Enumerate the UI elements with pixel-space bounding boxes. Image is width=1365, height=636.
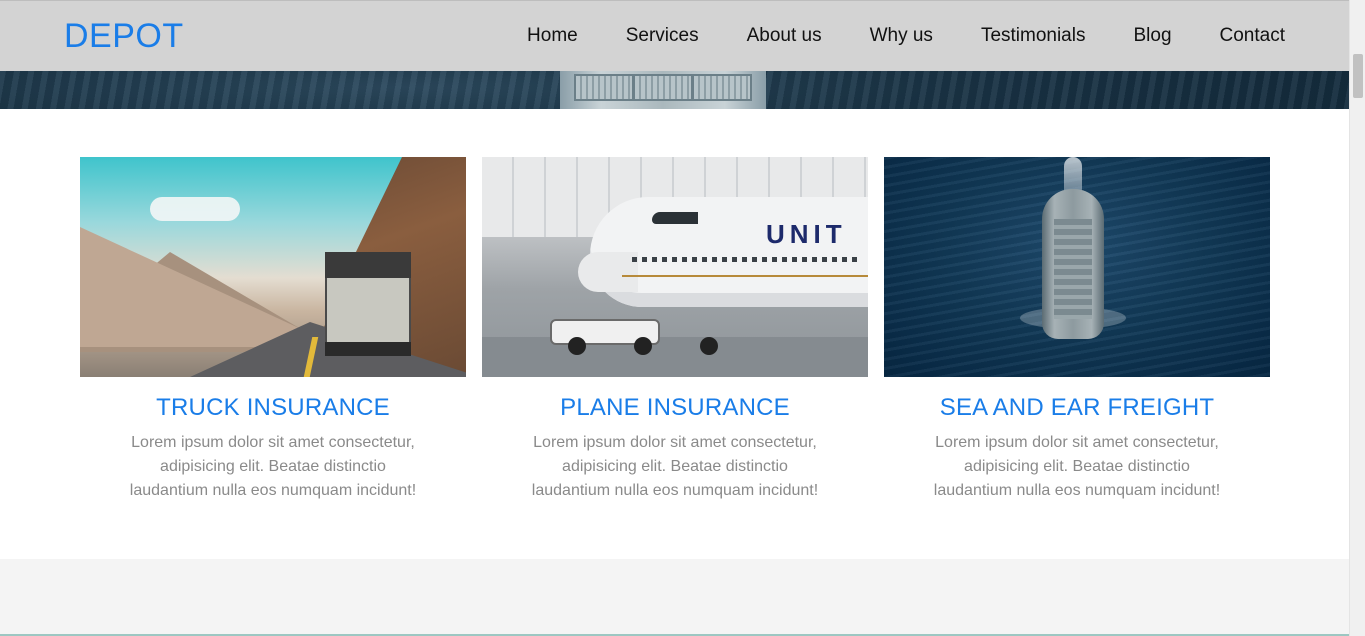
page-content: DEPOT Home Services About us Why us Test… — [0, 0, 1349, 636]
page: DEPOT Home Services About us Why us Test… — [0, 0, 1365, 636]
hero-ship-image — [560, 66, 766, 109]
service-title: TRUCK INSURANCE — [156, 394, 390, 421]
service-description: Lorem ipsum dolor sit amet consectetur, … — [531, 434, 819, 499]
nav-contact[interactable]: Contact — [1220, 25, 1285, 47]
service-card-truck: TRUCK INSURANCE Lorem ipsum dolor sit am… — [80, 157, 466, 502]
service-card-sea: SEA AND EAR FREIGHT Lorem ipsum dolor si… — [884, 157, 1270, 502]
vertical-scrollbar[interactable] — [1349, 0, 1365, 636]
truck-image — [80, 157, 466, 377]
nav-about-us[interactable]: About us — [747, 25, 822, 47]
service-description: Lorem ipsum dolor sit amet consectetur, … — [129, 434, 417, 499]
service-description: Lorem ipsum dolor sit amet consectetur, … — [933, 434, 1221, 499]
scrollbar-thumb[interactable] — [1353, 54, 1363, 98]
brand-logo[interactable]: DEPOT — [64, 17, 184, 56]
nav-why-us[interactable]: Why us — [870, 25, 933, 47]
plane-image: UNIT — [482, 157, 868, 377]
truck-shape — [325, 252, 411, 356]
services-section: TRUCK INSURANCE Lorem ipsum dolor sit am… — [80, 157, 1270, 502]
sea-ship-image — [884, 157, 1270, 377]
next-section — [0, 559, 1349, 636]
service-title: SEA AND EAR FREIGHT — [939, 394, 1215, 421]
plane-livery-text: UNIT — [766, 219, 847, 249]
main-nav: Home Services About us Why us Testimonia… — [479, 25, 1285, 47]
ship-shape — [1042, 189, 1104, 339]
nav-blog[interactable]: Blog — [1133, 25, 1171, 47]
nav-home[interactable]: Home — [527, 25, 578, 47]
nav-testimonials[interactable]: Testimonials — [981, 25, 1086, 47]
navbar: DEPOT Home Services About us Why us Test… — [0, 0, 1349, 71]
service-card-plane: UNIT PLANE INSURANCE Lorem ipsum dolor s… — [482, 157, 868, 502]
nav-services[interactable]: Services — [626, 25, 699, 47]
service-title: PLANE INSURANCE — [560, 394, 790, 421]
